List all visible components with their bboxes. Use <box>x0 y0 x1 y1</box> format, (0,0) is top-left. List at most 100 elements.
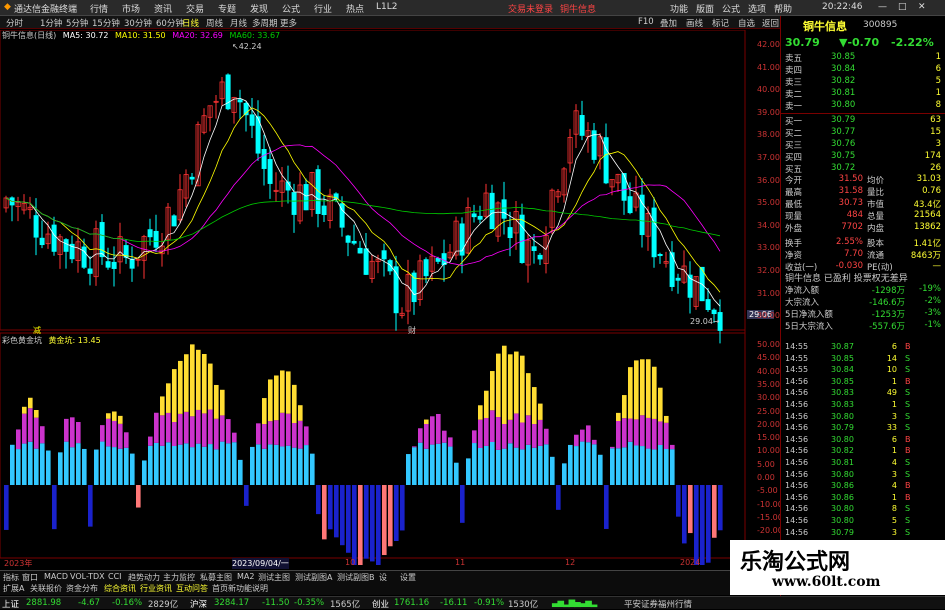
close-icon[interactable]: ✕ <box>918 2 926 12</box>
tab-related[interactable]: 关联报价 <box>30 583 62 594</box>
tab-private-main[interactable]: 私募主图 <box>200 572 232 583</box>
tick-row: 14:56 30.85 1 B <box>781 377 945 387</box>
tab-ma2[interactable]: MA2 <box>237 572 254 581</box>
ask-price: 30.80 <box>831 100 856 110</box>
menu-help[interactable]: 帮助 <box>774 2 792 15</box>
bid-row[interactable]: 买一 30.79 63 <box>781 115 941 127</box>
menu-topic[interactable]: 专题 <box>218 2 236 15</box>
tab-industry-news[interactable]: 行业资讯 <box>140 583 172 594</box>
menu-market[interactable]: 行情 <box>90 2 108 15</box>
period-60min[interactable]: 60分钟 <box>156 17 184 29</box>
price-axis-label: 36.00 <box>757 175 780 185</box>
mark-button[interactable]: 标记 <box>712 17 729 29</box>
menu-l1l2[interactable]: L1L2 <box>376 2 397 12</box>
overlay-button[interactable]: 叠加 <box>660 17 677 29</box>
tab-main-monitor[interactable]: 主力监控 <box>163 572 195 583</box>
bid-row[interactable]: 买五 30.72 26 <box>781 163 941 175</box>
tick-side: S <box>905 400 911 409</box>
tab-cci[interactable]: CCI <box>108 572 122 581</box>
indicator-bar <box>460 485 465 523</box>
menu-formula[interactable]: 公式 <box>282 2 300 15</box>
tab-expand[interactable]: 扩展A <box>3 583 24 594</box>
f10-button[interactable]: F10 <box>638 17 654 27</box>
menu-industry[interactable]: 行业 <box>314 2 332 15</box>
menu-hotspot[interactable]: 热点 <box>346 2 364 15</box>
period-month[interactable]: 月线 <box>230 17 247 29</box>
minimize-icon[interactable]: — <box>878 2 887 12</box>
sh-index-pct: -0.16% <box>112 598 143 608</box>
tab-new-features[interactable]: 首页新功能说明 <box>212 583 268 594</box>
tab-window[interactable]: 窗口 <box>22 572 38 583</box>
tick-side: S <box>905 516 911 525</box>
indicator-bar <box>616 420 621 449</box>
draw-button[interactable]: 画线 <box>686 17 703 29</box>
tab-test-main[interactable]: 测试主图 <box>258 572 290 583</box>
menu-news[interactable]: 资讯 <box>154 2 172 15</box>
ask-row[interactable]: 卖一 30.80 8 <box>781 100 941 112</box>
tab-fund-dist[interactable]: 资金分布 <box>66 583 98 594</box>
indicator-bar <box>130 453 135 485</box>
ask-row[interactable]: 卖四 30.84 6 <box>781 64 941 76</box>
tab-macd[interactable]: MACD <box>44 572 68 581</box>
indicator-bar <box>208 363 213 410</box>
menu-layout[interactable]: 版面 <box>696 2 714 15</box>
period-1min[interactable]: 1分钟 <box>40 17 62 29</box>
tab-news[interactable]: 综合资讯 <box>104 583 136 594</box>
price-change: ▼-0.70 <box>839 36 880 49</box>
tab-settings[interactable]: 设置 <box>400 572 416 583</box>
tab-test-sub-a[interactable]: 测试副图A <box>295 572 332 583</box>
indicator-bar <box>562 463 567 485</box>
tick-volume: 10 <box>886 365 897 375</box>
period-15min[interactable]: 15分钟 <box>92 17 120 29</box>
indicator-bar <box>316 485 321 515</box>
tab-indicator[interactable]: 指标 <box>3 572 19 583</box>
menu-func[interactable]: 功能 <box>670 2 688 15</box>
tick-time: 14:56 <box>785 411 809 421</box>
price-axis-label: 32.00 <box>757 266 780 275</box>
bid-row[interactable]: 买三 30.76 3 <box>781 139 941 151</box>
period-5min[interactable]: 5分钟 <box>66 17 88 29</box>
bid-row[interactable]: 买二 30.77 15 <box>781 127 941 139</box>
menu-trade[interactable]: 交易 <box>186 2 204 15</box>
indicator-bar <box>520 355 525 423</box>
sz-index-label[interactable]: 沪深 <box>190 598 207 610</box>
ask-row[interactable]: 卖三 30.82 5 <box>781 76 941 88</box>
stat-value: 2.55% <box>835 237 863 247</box>
indicator-bar <box>436 443 441 485</box>
period-multi[interactable]: 多周期 <box>252 17 278 29</box>
tab-trend[interactable]: 趋势动力 <box>128 572 160 583</box>
cy-index-label[interactable]: 创业 <box>372 598 389 610</box>
indicator-bar <box>46 450 51 485</box>
trade-login-link[interactable]: 交易未登录 <box>508 2 553 15</box>
tab-set[interactable]: 设 <box>379 572 387 583</box>
indicator-bar <box>358 485 363 565</box>
menu-discover[interactable]: 发现 <box>250 2 268 15</box>
period-minute[interactable]: 分时 <box>6 17 23 29</box>
ask-row[interactable]: 卖二 30.81 1 <box>781 88 941 100</box>
menu-board[interactable]: 市场 <box>122 2 140 15</box>
ask-row[interactable]: 卖五 30.85 1 <box>781 52 941 64</box>
indicator-bar <box>28 441 33 485</box>
sh-index-label[interactable]: 上证 <box>2 598 19 610</box>
indicator-axis-label: 20.00 <box>757 419 780 429</box>
period-week[interactable]: 周线 <box>206 17 223 29</box>
tab-test-sub-b[interactable]: 测试副图B <box>337 572 375 583</box>
period-30min[interactable]: 30分钟 <box>124 17 152 29</box>
period-more[interactable]: 更多 <box>280 17 297 29</box>
candle-body <box>315 169 321 214</box>
watchlist-button[interactable]: 自选 <box>738 17 755 29</box>
stat-value: 21564 <box>913 210 941 220</box>
indicator-bar <box>214 418 219 450</box>
period-day[interactable]: 日线 <box>182 17 199 29</box>
menu-options[interactable]: 选项 <box>748 2 766 15</box>
indicator-bar <box>88 485 93 527</box>
chart-canvas[interactable] <box>0 30 780 570</box>
stock-name-link[interactable]: 铜牛信息 <box>560 2 596 15</box>
tab-vol[interactable]: VOL-TDX <box>70 572 105 581</box>
bid-row[interactable]: 买四 30.75 174 <box>781 151 941 163</box>
tab-qa[interactable]: 互动问答 <box>176 583 208 594</box>
back-button[interactable]: 返回 <box>762 17 779 29</box>
menu-formula2[interactable]: 公式 <box>722 2 740 15</box>
maximize-icon[interactable]: □ <box>898 2 907 12</box>
event-marker-finance[interactable]: 财 <box>408 325 416 336</box>
